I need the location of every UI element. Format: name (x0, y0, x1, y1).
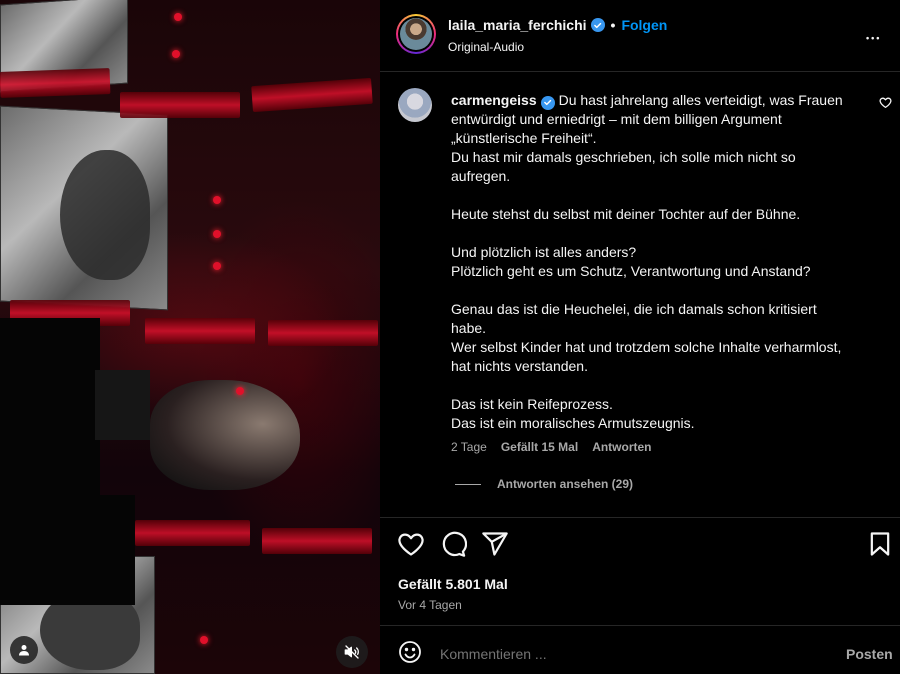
comment-age[interactable]: 2 Tage (451, 440, 487, 454)
paper-plane-icon[interactable] (481, 530, 509, 558)
comment-line (451, 281, 871, 300)
comment-line: Wer selbst Kinder hat und trotzdem solch… (451, 338, 871, 357)
comment-line: hat nichts verstanden. (451, 357, 871, 376)
mute-button[interactable] (336, 636, 368, 668)
audio-link[interactable]: Original-Audio (448, 40, 524, 54)
bookmark-icon[interactable] (866, 530, 894, 558)
stage-equipment (0, 495, 135, 605)
comment-line-text: Genau das ist die Heuchelei, die ich dam… (451, 301, 817, 317)
performer (150, 380, 300, 490)
comment-line: aufregen. (451, 167, 871, 186)
comment-line-text: Plötzlich geht es um Schutz, Verantwortu… (451, 263, 811, 279)
comment-line: Das ist ein moralisches Armutszeugnis. (451, 414, 871, 433)
comment-meta: 2 Tage Gefällt 15 Mal Antworten (451, 440, 652, 454)
comment-line: Genau das ist die Heuchelei, die ich dam… (451, 300, 871, 319)
stage-dot (172, 50, 180, 58)
more-options-button[interactable]: ••• (866, 25, 881, 46)
comment-line-text: „künstlerische Freiheit“. (451, 130, 597, 146)
comment-line: Und plötzlich ist alles anders? (451, 243, 871, 262)
comment-line-text: hat nichts verstanden. (451, 358, 588, 374)
person-icon (19, 645, 29, 656)
post-timestamp[interactable]: Vor 4 Tagen (398, 598, 462, 612)
more-icon: ••• (866, 33, 882, 43)
comment-line-text: Heute stehst du selbst mit deiner Tochte… (451, 206, 801, 222)
comment-line-text: Und plötzlich ist alles anders? (451, 244, 637, 260)
screen-figure (60, 150, 150, 280)
comment-line: habe. (451, 319, 871, 338)
reply-button[interactable]: Antworten (592, 440, 651, 454)
author-row: laila_maria_ferchichi • Folgen (448, 17, 667, 33)
verified-badge-icon (590, 18, 605, 32)
comment-line (451, 224, 871, 243)
post-actions: Gefällt 5.801 Mal Vor 4 Tagen (380, 517, 900, 617)
stage-dot (200, 636, 208, 644)
comment-text: carmengeiss Du hast jahrelang alles verte… (451, 91, 871, 433)
comment-line-text: Das ist ein moralisches Armutszeugnis. (451, 415, 695, 431)
smiley-icon[interactable] (398, 640, 422, 664)
follow-button[interactable]: Folgen (621, 17, 667, 33)
author-avatar[interactable] (396, 14, 436, 54)
comment-input[interactable] (440, 646, 800, 662)
comment-line: Du hast mir damals geschrieben, ich soll… (451, 148, 871, 167)
stage-light (262, 528, 372, 554)
stage-dot (174, 13, 182, 21)
comment-line-text: Du hast mir damals geschrieben, ich soll… (451, 149, 796, 165)
stage-dot (213, 262, 221, 270)
stage-light (0, 68, 111, 98)
comment-line-text: Du hast jahrelang alles verteidigt, was … (558, 92, 843, 108)
comment-line-text: Wer selbst Kinder hat und trotzdem solch… (451, 339, 842, 355)
speaker-muted-icon (344, 645, 359, 659)
comment-line-text: Das ist kein Reifeprozess. (451, 396, 613, 412)
stage-light (135, 520, 250, 546)
stage-dot (213, 196, 221, 204)
heart-icon[interactable] (397, 530, 425, 558)
stage-equipment (0, 318, 100, 498)
post-media[interactable] (0, 0, 380, 674)
stage-dot (236, 387, 244, 395)
heart-icon[interactable] (879, 96, 892, 109)
comment-line: entwürdigt und erniedrigt – mit dem bill… (451, 110, 871, 129)
divider (455, 483, 481, 485)
comment-likes[interactable]: Gefällt 15 Mal (501, 440, 578, 454)
comment-line: Plötzlich geht es um Schutz, Verantwortu… (451, 262, 871, 281)
comment-line (451, 376, 871, 395)
comment-line: carmengeiss Du hast jahrelang alles verte… (451, 91, 871, 110)
comment-bubble-icon[interactable] (439, 530, 467, 558)
post-comment-button[interactable]: Posten (846, 646, 893, 662)
view-replies-button[interactable]: Antworten ansehen (29) (455, 477, 633, 491)
post-header: laila_maria_ferchichi • Folgen Original-… (380, 0, 900, 72)
comment-line: Das ist kein Reifeprozess. (451, 395, 871, 414)
stage-dot (213, 230, 221, 238)
comment-line-text: habe. (451, 320, 487, 336)
comment-line: „künstlerische Freiheit“. (451, 129, 871, 148)
stage-light (145, 318, 255, 344)
comment-avatar[interactable] (398, 88, 432, 122)
stage-equipment (95, 370, 150, 440)
tagged-people-button[interactable] (10, 636, 38, 664)
verified-badge-icon (540, 95, 555, 110)
likes-count[interactable]: Gefällt 5.801 Mal (398, 576, 508, 592)
stage-light (268, 320, 378, 346)
separator: • (610, 17, 616, 33)
comment-line: Heute stehst du selbst mit deiner Tochte… (451, 205, 871, 224)
comment-line (451, 186, 871, 205)
post-details-panel: laila_maria_ferchichi • Folgen Original-… (380, 0, 900, 674)
comment-composer: Posten (380, 625, 900, 674)
stage-light (120, 92, 240, 118)
comment-line-text: aufregen. (451, 168, 511, 184)
author-username[interactable]: laila_maria_ferchichi (448, 17, 587, 33)
comment-username[interactable]: carmengeiss (451, 92, 537, 108)
comment-line-text: entwürdigt und erniedrigt – mit dem bill… (451, 111, 782, 127)
view-replies-label: Antworten ansehen (29) (497, 477, 634, 491)
